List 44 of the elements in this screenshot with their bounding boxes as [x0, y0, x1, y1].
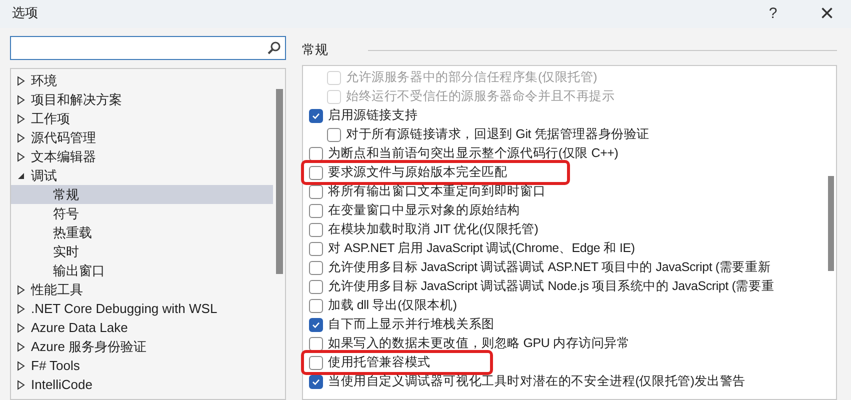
tree-item[interactable]: Azure Data Lake	[11, 318, 273, 337]
scrollbar-thumb[interactable]	[276, 89, 282, 274]
window-title: 选项	[12, 5, 38, 24]
tree-item[interactable]: 符号	[11, 204, 273, 223]
tree-item[interactable]: Azure 服务身份验证	[11, 337, 273, 356]
close-button[interactable]: ×	[815, 2, 839, 26]
tree-item[interactable]: 常规	[11, 185, 273, 204]
expanded-caret-icon[interactable]	[17, 172, 25, 180]
option-checkbox[interactable]: 将所有输出窗口文本重定向到即时窗口	[309, 182, 546, 201]
option-checkbox[interactable]: 要求源文件与原始版本完全匹配	[304, 163, 568, 182]
tree-item[interactable]: 项目和解决方案	[11, 90, 273, 109]
scrollbar-thumb[interactable]	[828, 176, 834, 271]
option-checkbox[interactable]: 当使用自定义调试器可视化工具时对潜在的不安全进程(仅限托管)发出警告	[309, 372, 746, 391]
section-title: 常规	[302, 41, 328, 60]
tree-item[interactable]: 文本编辑器	[11, 147, 273, 166]
checkmark-icon	[311, 376, 321, 386]
option-checkbox[interactable]: 允许使用多目标 JavaScript 调试器调试 ASP.NET 项目中的 JavaScript (需要重新	[309, 258, 771, 277]
option-checkbox[interactable]: 使用托管兼容模式	[304, 353, 490, 372]
tree-item[interactable]: 环境	[11, 71, 273, 90]
checkmark-icon	[311, 320, 321, 330]
tree-item[interactable]: 热重载	[11, 223, 273, 242]
search-icon[interactable]	[267, 41, 281, 55]
tree-item[interactable]: 性能工具	[11, 280, 273, 299]
option-checkbox[interactable]: 加载 dll 导出(仅限本机)	[309, 296, 457, 315]
help-button[interactable]: ?	[761, 2, 785, 26]
tree-item[interactable]: .NET Core Debugging with WSL	[11, 299, 273, 318]
tree-item[interactable]: 工作项	[11, 109, 273, 128]
option-checkbox[interactable]: 对 ASP.NET 启用 JavaScript 调试(Chrome、Edge 和 IE)	[309, 239, 635, 258]
option-checkbox[interactable]: 启用源链接支持	[309, 106, 418, 125]
option-checkbox[interactable]: 自下而上显示并行堆栈关系图	[309, 315, 494, 334]
tree-item[interactable]: 实时	[11, 242, 273, 261]
option-checkbox[interactable]: 为断点和当前语句突出显示整个源代码行(仅限 C++)	[309, 144, 618, 163]
tree-item[interactable]: F# Tools	[11, 356, 273, 375]
tree-item[interactable]: IntelliCode	[11, 375, 273, 394]
option-checkbox[interactable]: 如果写入的数据未更改值，则忽略 GPU 内存访问异常	[309, 334, 630, 353]
tree-item[interactable]: 源代码管理	[11, 128, 273, 147]
option-checkbox[interactable]: 在变量窗口中显示对象的原始结构	[309, 201, 520, 220]
option-checkbox[interactable]: 允许使用多目标 JavaScript 调试器调试 Node.js 项目系统中的 JavaScript (需要重	[309, 277, 774, 296]
option-checkbox[interactable]: 在模块加载时取消 JIT 优化(仅限托管)	[309, 220, 538, 239]
tree-item[interactable]: 输出窗口	[11, 261, 273, 280]
search-field[interactable]	[10, 36, 286, 60]
checkmark-icon	[311, 110, 321, 120]
tree-item[interactable]: 调试	[11, 166, 273, 185]
option-checkbox[interactable]: 对于所有源链接请求，回退到 Git 凭据管理器身份验证	[327, 125, 650, 144]
